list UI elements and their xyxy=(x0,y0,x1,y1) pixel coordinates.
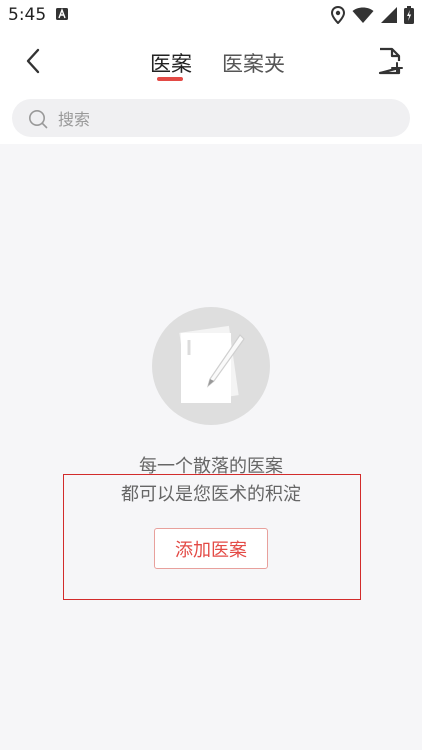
new-document-icon[interactable] xyxy=(377,46,403,76)
status-time: 5:45 xyxy=(8,5,47,25)
location-icon xyxy=(331,6,345,24)
empty-message-line-2: 都可以是您医术的积淀 xyxy=(121,484,301,505)
status-bar: 5:45 xyxy=(0,0,422,30)
active-tab-indicator xyxy=(157,77,183,81)
battery-icon xyxy=(404,6,414,24)
tab-medical-case[interactable]: 医案 xyxy=(150,48,192,78)
search-box[interactable] xyxy=(12,99,410,139)
empty-message-line-1: 每一个散落的医案 xyxy=(139,456,283,477)
a-notification-icon xyxy=(56,8,68,20)
search-input[interactable] xyxy=(56,99,400,139)
search-bar xyxy=(0,94,422,144)
add-case-button[interactable]: 添加医案 xyxy=(154,528,268,569)
status-icons xyxy=(331,6,414,24)
tab-case-folder[interactable]: 医案夹 xyxy=(222,48,285,78)
signal-icon xyxy=(381,7,397,23)
header: 医案 医案夹 xyxy=(0,30,422,94)
search-icon xyxy=(29,110,48,129)
wifi-icon xyxy=(352,6,374,23)
note-pencil-icon xyxy=(152,307,270,425)
back-icon[interactable] xyxy=(22,47,46,75)
